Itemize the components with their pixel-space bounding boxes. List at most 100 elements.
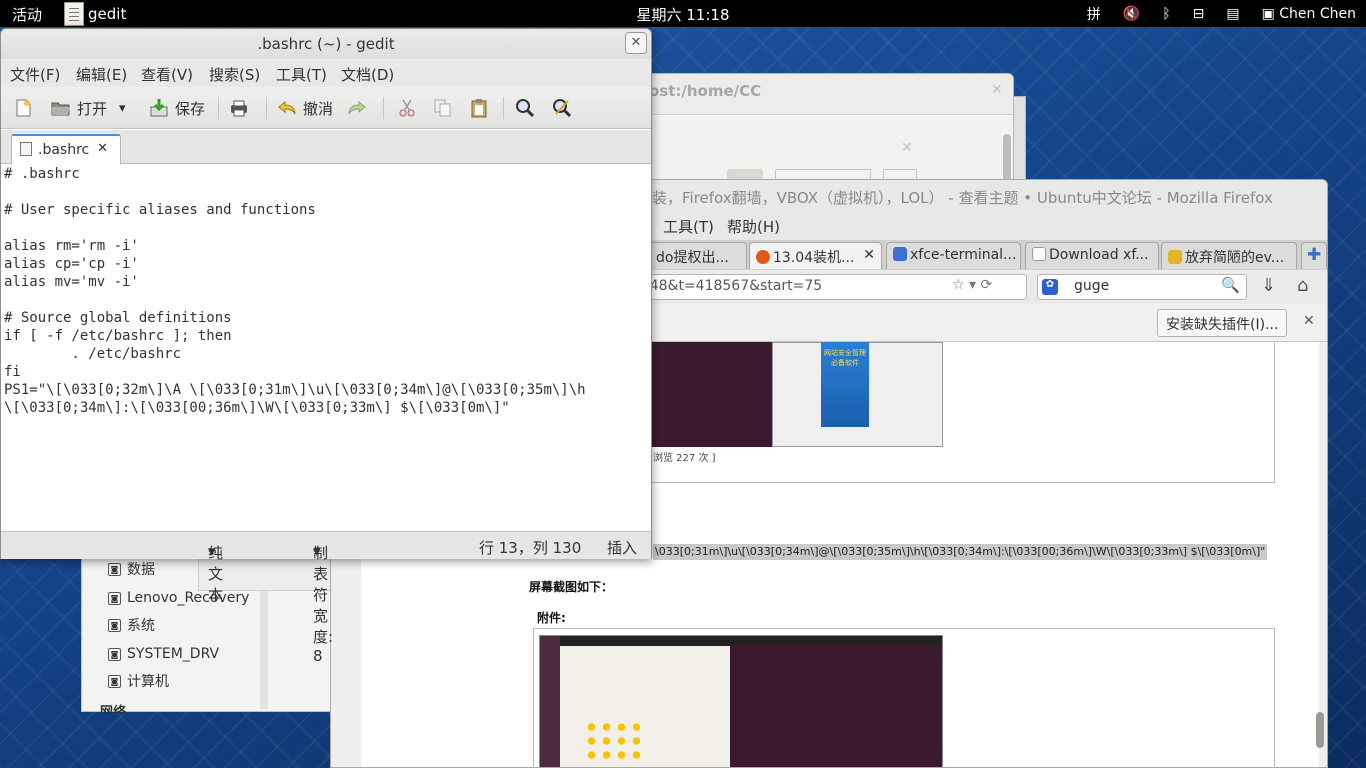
text-editor[interactable]: # .bashrc # User specific aliases and fun… <box>1 165 651 531</box>
find-replace-button[interactable] <box>552 95 578 121</box>
new-button[interactable] <box>13 95 39 121</box>
thumb-launcher <box>540 636 560 767</box>
terminal-close-icon[interactable]: ✕ <box>991 82 1003 98</box>
menu-tools[interactable]: 工具(T) <box>663 216 714 237</box>
page-scrollbar[interactable] <box>1316 712 1324 748</box>
search-icon[interactable]: 🔍 <box>1221 276 1240 294</box>
bluetooth-icon[interactable]: ᛒ <box>1162 6 1170 22</box>
browser-tab[interactable]: do提权出... <box>649 242 747 269</box>
clipboard-icon[interactable]: ▤ <box>1226 6 1239 22</box>
tab-bashrc[interactable]: .bashrc ✕ <box>11 134 121 165</box>
code-line[interactable]: if [ -f /etc/bashrc ]; then <box>4 327 648 345</box>
clock[interactable]: 星期六 11:18 <box>637 6 730 24</box>
undo-button[interactable]: 撤消 <box>277 95 333 121</box>
install-missing-plugins-button[interactable]: 安装缺失插件(I)... <box>1157 309 1288 337</box>
network-wired-icon[interactable]: ⊟ <box>1193 6 1205 22</box>
copy-icon <box>434 99 451 117</box>
search-icon <box>516 99 535 118</box>
sidebar-item-system-drv[interactable]: ◙ SYSTEM_DRV <box>108 643 219 665</box>
copy-button[interactable] <box>433 95 459 121</box>
code-line[interactable]: alias cp='cp -i' <box>4 255 648 273</box>
code-line[interactable] <box>4 219 648 237</box>
screenshot-image-dark[interactable] <box>652 342 772 447</box>
terminal-window[interactable]: ost:/home/CC ✕ ✕ <box>618 73 1014 185</box>
terminal-scrollbar[interactable] <box>1003 134 1011 184</box>
browser-tab[interactable]: Download xf... <box>1025 242 1159 269</box>
user-icon: ▣ <box>1261 5 1280 22</box>
file-manager-window[interactable]: ◙ 数据 ◙ Lenovo_Recovery ◙ 系统 ◙ SYSTEM_DRV ◙ 计算… <box>81 540 333 713</box>
system-tray: 拼 🔇 ᛒ ⊟ ▤ ▣ Chen Chen <box>1087 0 1356 27</box>
gedit-window[interactable]: .bashrc (~) - gedit ✕ 文件(F) 编辑(E) 查看(V) … <box>0 28 652 665</box>
chevron-down-icon: ▾ <box>119 100 126 116</box>
paste-button[interactable] <box>469 95 495 121</box>
notification-close-icon[interactable]: ✕ <box>1303 313 1315 329</box>
bookmark-star-icon[interactable]: ☆ ▾ ⟳ <box>952 277 992 293</box>
thumb-emoticons <box>584 720 644 760</box>
paste-icon <box>471 99 487 118</box>
tab-close-icon[interactable]: ✕ <box>97 141 108 156</box>
find-button[interactable] <box>515 95 541 121</box>
code-line[interactable]: alias mv='mv -i' <box>4 273 648 291</box>
download-icon[interactable]: ⇓ <box>1261 275 1276 296</box>
new-document-icon <box>16 99 31 117</box>
redo-button[interactable] <box>347 95 373 121</box>
document-tabbar: .bashrc ✕ <box>1 130 651 165</box>
gedit-titlebar[interactable]: .bashrc (~) - gedit ✕ <box>1 29 651 59</box>
user-menu[interactable]: ▣ Chen Chen <box>1262 6 1356 22</box>
menu-help[interactable]: 帮助(H) <box>727 216 780 237</box>
new-tab-button[interactable]: ✚ <box>1301 242 1327 269</box>
browser-tab[interactable]: 放弃简陋的ev... <box>1161 242 1297 269</box>
url-bar[interactable]: =48&t=418567&start=75 ☆ ▾ ⟳ <box>631 274 1027 300</box>
menu-documents[interactable]: 文档(D) <box>341 64 394 85</box>
save-label: 保存 <box>175 99 206 118</box>
code-line[interactable] <box>4 291 648 309</box>
sidebar-item-data[interactable]: ◙ 数据 <box>108 558 155 580</box>
google-favicon-icon <box>893 247 907 261</box>
sidebar-section-network: 网络 <box>100 705 127 713</box>
chevron-down-icon: ▾ <box>208 542 216 560</box>
code-line[interactable]: . /etc/bashrc <box>4 345 648 363</box>
code-line[interactable]: alias rm='rm -i' <box>4 237 648 255</box>
menu-edit[interactable]: 编辑(E) <box>76 64 127 85</box>
code-line[interactable] <box>4 183 648 201</box>
code-line[interactable]: # Source global definitions <box>4 309 648 327</box>
computer-icon: ◙ <box>108 674 121 688</box>
code-line[interactable]: # User specific aliases and functions <box>4 201 648 219</box>
cut-button[interactable] <box>397 95 423 121</box>
search-input[interactable]: guge <box>1074 278 1109 294</box>
input-method-indicator[interactable]: 拼 <box>1087 4 1101 24</box>
tab-close-icon[interactable]: ✕ <box>863 247 875 263</box>
search-engine-icon[interactable]: ✿ <box>1042 279 1058 295</box>
sidebar-item-computer[interactable]: ◙ 计算机 <box>108 670 169 692</box>
home-icon[interactable]: ⌂ <box>1297 275 1308 296</box>
drive-icon: ◙ <box>108 562 121 576</box>
browser-tab[interactable]: xfce-terminal... <box>886 242 1021 269</box>
code-line[interactable]: PS1="\[\033[0;32m\]\A \[\033[0;31m\]\u\[… <box>4 381 648 399</box>
code-line[interactable]: # .bashrc <box>4 165 648 183</box>
save-button[interactable]: 保存 <box>149 95 205 121</box>
ps1-code-selection[interactable]: \033[0;31m\]\u\[\033[0;34m\]@\[\033[0;35… <box>653 544 1268 560</box>
drive-icon: ◙ <box>108 591 121 605</box>
inner-close-icon[interactable]: ✕ <box>901 140 913 156</box>
menu-tools[interactable]: 工具(T) <box>276 64 327 85</box>
search-bar[interactable]: ✿ guge 🔍 <box>1037 274 1247 300</box>
attachment-screenshot[interactable] <box>539 635 943 767</box>
open-recent-dropdown[interactable]: ▾ <box>119 95 126 121</box>
app-menu[interactable]: gedit <box>64 0 126 27</box>
url-text: =48&t=418567&start=75 <box>638 278 823 294</box>
close-button[interactable]: ✕ <box>625 32 647 54</box>
sidebar-item-system[interactable]: ◙ 系统 <box>108 614 155 636</box>
menu-file[interactable]: 文件(F) <box>10 64 60 85</box>
volume-muted-icon[interactable]: 🔇 <box>1123 6 1140 22</box>
menu-search[interactable]: 搜索(S) <box>209 64 260 85</box>
open-button[interactable]: 打开 <box>51 95 107 121</box>
thumb-topbar <box>540 636 942 645</box>
toolbar-separator <box>218 97 219 119</box>
view-count: 浏览 227 次 ] <box>653 453 716 464</box>
browser-tab-active[interactable]: 13.04装机... ✕ <box>749 242 882 269</box>
menu-view[interactable]: 查看(V) <box>141 64 193 85</box>
activities-button[interactable]: 活动 <box>12 4 42 25</box>
code-line[interactable]: \[\033[0;34m\]:\[\033[00;36m\]\W\[\033[0… <box>4 399 648 417</box>
code-line[interactable]: fi <box>4 363 648 381</box>
print-button[interactable] <box>229 95 255 121</box>
